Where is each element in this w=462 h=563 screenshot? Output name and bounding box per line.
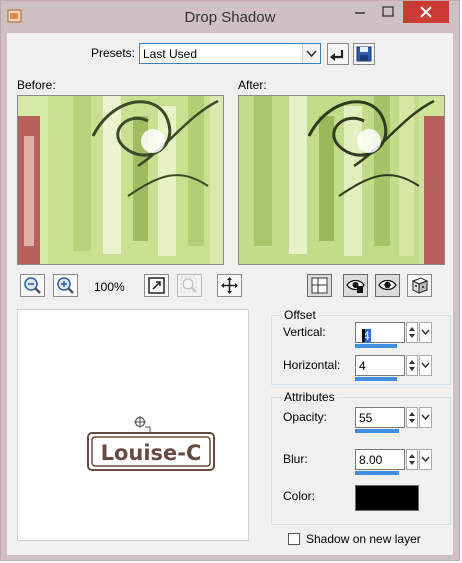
- horizontal-label: Horizontal:: [283, 358, 341, 372]
- vertical-dropdown[interactable]: [419, 322, 432, 343]
- louise-c-logo-text: Louise-C: [101, 441, 202, 465]
- up-down-arrows-icon: [409, 454, 415, 465]
- opacity-input[interactable]: 55: [355, 407, 405, 428]
- minimize-button[interactable]: [347, 1, 373, 23]
- blur-input[interactable]: 8.00: [355, 449, 405, 470]
- vertical-spinner[interactable]: 4: [355, 322, 435, 348]
- chevron-down-icon: [421, 362, 430, 369]
- vertical-slider-bar[interactable]: [355, 344, 397, 348]
- zoom-in-button[interactable]: [53, 274, 78, 297]
- horizontal-value: 4: [359, 359, 366, 373]
- before-label: Before:: [17, 78, 56, 92]
- horizontal-input[interactable]: 4: [355, 355, 405, 376]
- presets-dropdown-arrow[interactable]: [302, 44, 320, 63]
- after-label: After:: [238, 78, 267, 92]
- dice-icon: [411, 277, 429, 294]
- chevron-down-icon: [421, 329, 430, 336]
- before-preview-image: [18, 96, 223, 264]
- proof-icon: [148, 277, 165, 294]
- blur-value: 8.00: [359, 453, 383, 467]
- reset-preset-button[interactable]: [327, 43, 349, 65]
- attributes-group-title: Attributes: [282, 390, 337, 404]
- opacity-value: 55: [359, 411, 373, 425]
- opacity-dropdown[interactable]: [419, 407, 432, 428]
- close-icon: [420, 6, 432, 18]
- dialog-window: Drop Shadow Presets: Last Used Before: A…: [0, 0, 460, 561]
- blur-dropdown[interactable]: [419, 449, 432, 470]
- proof-button[interactable]: [144, 274, 169, 297]
- presets-dropdown[interactable]: Last Used: [139, 43, 321, 64]
- zoom-to-selection-button[interactable]: [177, 274, 202, 297]
- after-preview: [238, 95, 445, 265]
- layout-toggle-button[interactable]: [307, 274, 332, 297]
- close-button[interactable]: [403, 1, 449, 23]
- eye-icon: [378, 279, 397, 291]
- blur-label: Blur:: [283, 452, 308, 466]
- chevron-down-icon: [421, 456, 430, 463]
- dialog-client-area: Presets: Last Used Before: After: 100% L…: [7, 33, 453, 555]
- reset-icon: [330, 50, 344, 61]
- presets-value: Last Used: [143, 47, 198, 61]
- up-down-arrows-icon: [409, 360, 415, 371]
- zoom-out-icon: [24, 277, 41, 294]
- after-preview-image: [239, 96, 444, 264]
- opacity-stepper[interactable]: [406, 407, 418, 428]
- save-preset-button[interactable]: [353, 43, 375, 65]
- chevron-down-icon: [306, 50, 317, 58]
- zoom-selection-icon: [180, 276, 197, 293]
- presets-label: Presets:: [91, 46, 136, 60]
- vertical-label: Vertical:: [283, 325, 326, 339]
- preview-on-image-button[interactable]: [375, 274, 400, 297]
- shadow-direction-handle-icon: [134, 416, 151, 432]
- blur-slider-bar[interactable]: [355, 471, 399, 475]
- horizontal-stepper[interactable]: [406, 355, 418, 376]
- maximize-icon: [382, 6, 394, 17]
- auto-proof-icon: [346, 279, 365, 293]
- horizontal-slider-bar[interactable]: [355, 377, 397, 381]
- zoom-in-icon: [57, 277, 74, 294]
- opacity-label: Opacity:: [283, 410, 328, 424]
- zoom-level: 100%: [94, 280, 125, 294]
- chevron-down-icon: [421, 414, 430, 421]
- zoom-out-button[interactable]: [20, 274, 45, 297]
- auto-proof-button[interactable]: [343, 274, 368, 297]
- vertical-stepper[interactable]: [406, 322, 418, 343]
- layout-icon: [311, 277, 328, 294]
- blur-stepper[interactable]: [406, 449, 418, 470]
- horizontal-spinner[interactable]: 4: [355, 355, 435, 381]
- vertical-input[interactable]: 4: [355, 322, 405, 343]
- randomize-button[interactable]: [407, 274, 432, 297]
- up-down-arrows-icon: [409, 327, 415, 338]
- pan-button[interactable]: [217, 274, 242, 297]
- offset-group-title: Offset: [282, 308, 318, 322]
- up-down-arrows-icon: [409, 412, 415, 423]
- title-bar[interactable]: Drop Shadow: [1, 1, 459, 33]
- opacity-slider-bar[interactable]: [355, 429, 399, 433]
- before-preview[interactable]: [17, 95, 224, 265]
- text-cursor: [362, 329, 365, 342]
- opacity-spinner[interactable]: 55: [355, 407, 435, 433]
- color-label: Color:: [283, 489, 316, 503]
- shadow-color-swatch[interactable]: [355, 485, 419, 511]
- shadow-on-new-layer-checkbox[interactable]: [288, 533, 300, 545]
- shadow-on-new-layer-label[interactable]: Shadow on new layer: [306, 532, 421, 546]
- navigation-preview-canvas: Louise-C: [87, 416, 215, 471]
- navigation-preview[interactable]: Louise-C: [17, 309, 249, 541]
- maximize-button[interactable]: [375, 1, 401, 23]
- move-icon: [221, 277, 238, 294]
- horizontal-dropdown[interactable]: [419, 355, 432, 376]
- blur-spinner[interactable]: 8.00: [355, 449, 435, 475]
- save-icon: [356, 46, 372, 62]
- minimize-icon: [355, 12, 365, 14]
